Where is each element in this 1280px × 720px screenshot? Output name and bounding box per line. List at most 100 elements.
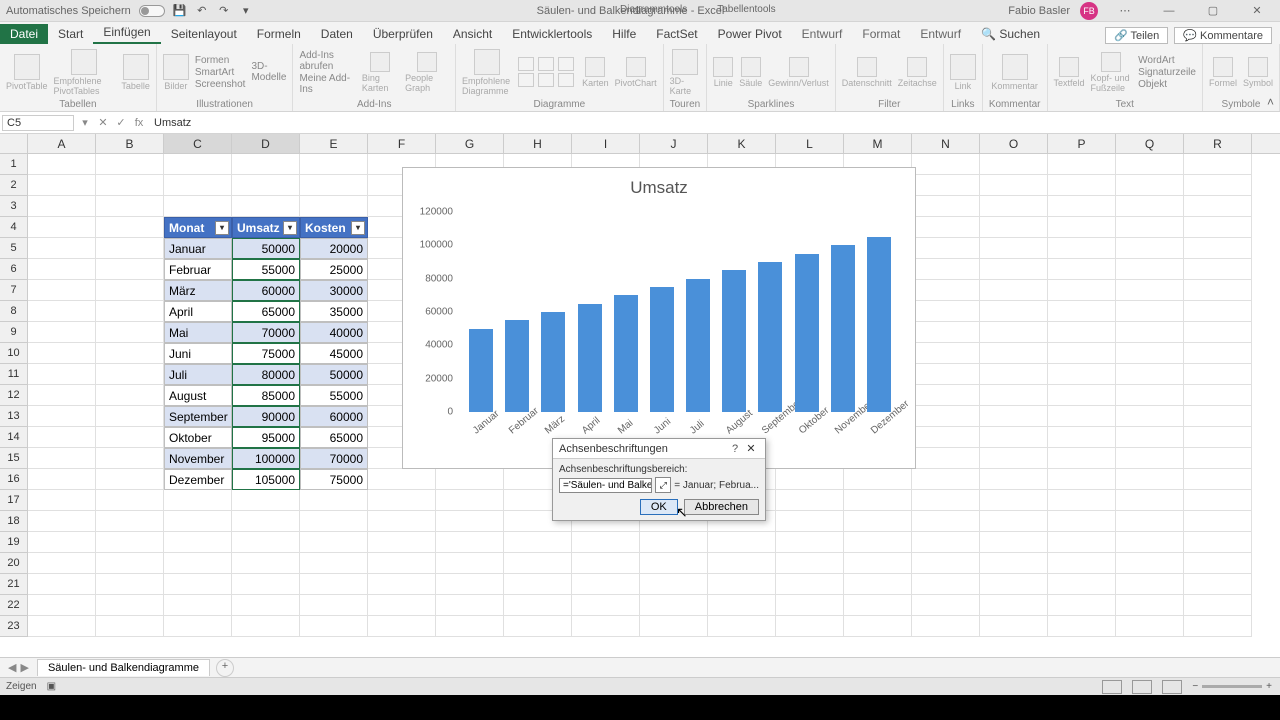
cell[interactable] xyxy=(436,490,504,511)
cell[interactable] xyxy=(164,175,232,196)
undo-icon[interactable]: ↶ xyxy=(195,4,209,18)
cell[interactable] xyxy=(1048,322,1116,343)
cancel-formula-icon[interactable]: ✕ xyxy=(94,116,112,129)
cell[interactable] xyxy=(1048,469,1116,490)
cell[interactable] xyxy=(368,532,436,553)
filter-dropdown-icon[interactable]: ▾ xyxy=(215,221,229,235)
cell[interactable] xyxy=(164,154,232,175)
cell[interactable] xyxy=(708,532,776,553)
cell[interactable] xyxy=(28,469,96,490)
user-avatar[interactable]: FB xyxy=(1080,2,1098,20)
row-header[interactable]: 9 xyxy=(0,322,28,343)
dialog-close-icon[interactable]: ✕ xyxy=(743,442,759,455)
cell[interactable] xyxy=(300,511,368,532)
my-addins-button[interactable]: Meine Add-Ins xyxy=(299,73,355,95)
chart-bar[interactable] xyxy=(795,254,819,412)
cell[interactable] xyxy=(912,259,980,280)
cell[interactable] xyxy=(1184,364,1252,385)
cell[interactable]: 55000 xyxy=(300,385,368,406)
cell[interactable] xyxy=(980,301,1048,322)
cell[interactable] xyxy=(776,595,844,616)
cell[interactable] xyxy=(980,217,1048,238)
cell[interactable] xyxy=(980,385,1048,406)
cell[interactable] xyxy=(96,490,164,511)
cell[interactable]: August xyxy=(164,385,232,406)
cell[interactable] xyxy=(96,259,164,280)
cell[interactable] xyxy=(980,448,1048,469)
cell[interactable] xyxy=(1184,511,1252,532)
cell[interactable]: November xyxy=(164,448,232,469)
tab-powerpivot[interactable]: Power Pivot xyxy=(708,24,792,44)
cell[interactable]: 90000 xyxy=(232,406,300,427)
cell[interactable]: September xyxy=(164,406,232,427)
cell[interactable] xyxy=(164,574,232,595)
zoom-out-icon[interactable]: − xyxy=(1192,681,1198,692)
textbox-button[interactable]: Textfeld xyxy=(1054,57,1085,88)
cell[interactable] xyxy=(96,364,164,385)
cell[interactable] xyxy=(1048,511,1116,532)
recommended-charts-button[interactable]: Empfohlene Diagramme xyxy=(462,49,512,96)
cell[interactable] xyxy=(1184,175,1252,196)
cell[interactable]: 80000 xyxy=(232,364,300,385)
cell[interactable] xyxy=(96,595,164,616)
cell[interactable] xyxy=(776,532,844,553)
column-header[interactable]: J xyxy=(640,134,708,153)
cell[interactable]: 85000 xyxy=(232,385,300,406)
cell[interactable] xyxy=(572,532,640,553)
cell[interactable] xyxy=(436,595,504,616)
cell[interactable] xyxy=(1116,490,1184,511)
cell[interactable] xyxy=(912,406,980,427)
cell[interactable] xyxy=(1116,469,1184,490)
signature-button[interactable]: Signaturzeile xyxy=(1138,67,1196,78)
redo-icon[interactable]: ↷ xyxy=(217,4,231,18)
bing-maps-button[interactable]: Bing Karten xyxy=(362,52,399,93)
cell[interactable] xyxy=(1048,196,1116,217)
cell[interactable] xyxy=(980,238,1048,259)
timeline-button[interactable]: Zeitachse xyxy=(898,57,937,88)
cell[interactable]: Monat▾ xyxy=(164,217,232,238)
comments-button[interactable]: 💬 Kommentare xyxy=(1174,27,1272,44)
row-header[interactable]: 16 xyxy=(0,469,28,490)
cell[interactable] xyxy=(980,574,1048,595)
cell[interactable] xyxy=(1184,217,1252,238)
zoom-slider[interactable] xyxy=(1202,685,1262,688)
cell[interactable] xyxy=(96,280,164,301)
cell[interactable]: 30000 xyxy=(300,280,368,301)
cell[interactable] xyxy=(28,511,96,532)
cell[interactable] xyxy=(436,553,504,574)
cell[interactable]: 65000 xyxy=(232,301,300,322)
cell[interactable] xyxy=(96,196,164,217)
share-button[interactable]: 🔗 Teilen xyxy=(1105,27,1168,44)
row-header[interactable]: 22 xyxy=(0,595,28,616)
cell[interactable] xyxy=(1184,343,1252,364)
name-box[interactable]: C5 xyxy=(2,115,74,131)
cell[interactable] xyxy=(1048,154,1116,175)
cell[interactable] xyxy=(776,616,844,637)
cell[interactable] xyxy=(912,343,980,364)
pivottable-button[interactable]: PivotTable xyxy=(6,54,48,91)
cell[interactable] xyxy=(1184,406,1252,427)
cell[interactable] xyxy=(1048,385,1116,406)
cell[interactable] xyxy=(776,490,844,511)
cell[interactable] xyxy=(640,616,708,637)
cell[interactable] xyxy=(1184,196,1252,217)
cell[interactable] xyxy=(912,280,980,301)
cell[interactable]: Dezember xyxy=(164,469,232,490)
cell[interactable] xyxy=(1184,427,1252,448)
row-header[interactable]: 5 xyxy=(0,238,28,259)
cell[interactable] xyxy=(980,406,1048,427)
cell[interactable] xyxy=(300,154,368,175)
chart-bar[interactable] xyxy=(541,312,565,412)
cell[interactable] xyxy=(504,532,572,553)
maps-button[interactable]: Karten xyxy=(582,57,609,88)
cell[interactable] xyxy=(1184,553,1252,574)
chart-object[interactable]: Umsatz 020000400006000080000100000120000… xyxy=(402,167,916,469)
chart-type-icon[interactable] xyxy=(558,73,574,87)
cell[interactable] xyxy=(300,595,368,616)
add-sheet-button[interactable]: + xyxy=(216,659,234,677)
cell[interactable] xyxy=(1048,616,1116,637)
cell[interactable] xyxy=(96,175,164,196)
cell[interactable] xyxy=(368,574,436,595)
cell[interactable] xyxy=(1116,427,1184,448)
cell[interactable]: 70000 xyxy=(300,448,368,469)
